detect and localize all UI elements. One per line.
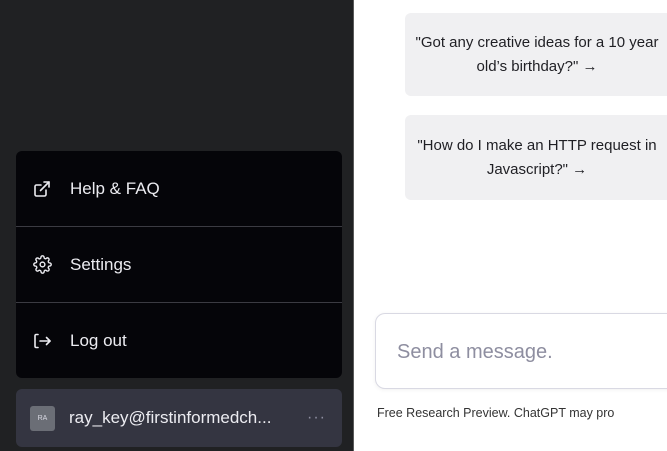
suggestion-text: "How do I make an HTTP request in Javasc… (417, 136, 657, 178)
suggestion-card[interactable]: "Got any creative ideas for a 10 year ol… (405, 13, 667, 96)
user-account-button[interactable]: RA ray_key@firstinformedch... ··· (16, 389, 342, 447)
menu-item-label: Help & FAQ (70, 178, 160, 198)
sidebar: Help & FAQ Settings Log out RA ray_key@f… (0, 0, 353, 451)
message-input[interactable]: Send a message. (375, 313, 667, 389)
menu-item-help-faq[interactable]: Help & FAQ (16, 151, 342, 226)
gear-icon (32, 255, 52, 275)
log-out-icon (32, 331, 52, 351)
suggestion-card[interactable]: "How do I make an HTTP request in Javasc… (405, 115, 667, 200)
external-link-icon (32, 179, 52, 199)
message-input-placeholder: Send a message. (397, 341, 553, 363)
disclaimer-text: Free Research Preview. ChatGPT may pro (377, 406, 615, 420)
menu-item-label: Settings (70, 254, 132, 274)
account-menu: Help & FAQ Settings Log out (16, 151, 342, 378)
more-options-icon[interactable]: ··· (307, 409, 326, 427)
app-window: Help & FAQ Settings Log out RA ray_key@f… (0, 0, 667, 451)
menu-item-log-out[interactable]: Log out (16, 303, 342, 378)
menu-item-label: Log out (70, 330, 127, 350)
menu-item-settings[interactable]: Settings (16, 227, 342, 302)
user-email: ray_key@firstinformedch... (69, 408, 272, 427)
sidebar-divider (353, 0, 354, 451)
suggestion-text: "Got any creative ideas for a 10 year ol… (415, 33, 659, 75)
avatar: RA (30, 405, 55, 431)
